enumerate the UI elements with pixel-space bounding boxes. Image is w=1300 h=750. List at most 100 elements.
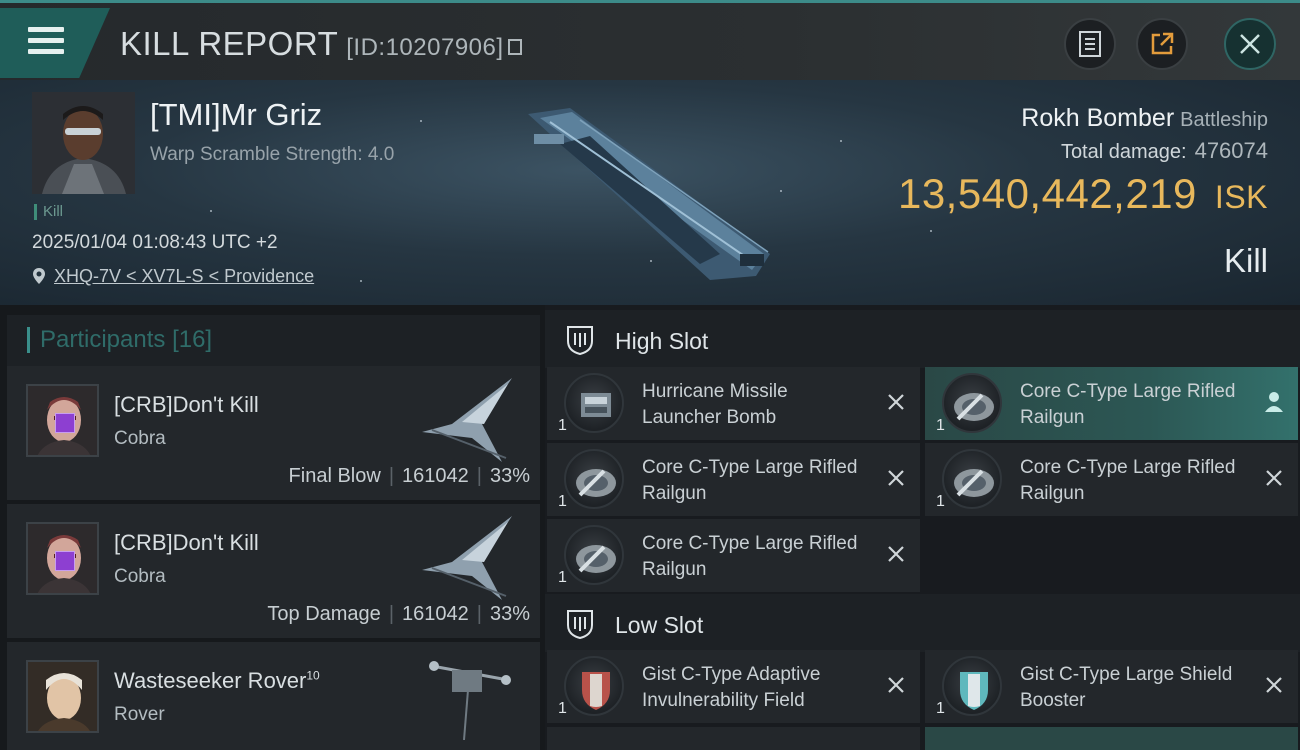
participant-row[interactable]: [CRB]Don't Kill Cobra Top Damage | 161042 |… xyxy=(7,504,540,638)
railgun-icon xyxy=(942,449,1002,509)
user-icon xyxy=(1265,392,1283,412)
module-item[interactable]: 1 Core C-Type Large Rifled Railgun xyxy=(547,519,920,592)
participant-role: Final Blow xyxy=(288,465,381,487)
total-damage-value: 476074 xyxy=(1194,138,1268,163)
participant-ship: Cobra xyxy=(114,566,166,587)
module-item[interactable]: 1 Core C-Type Large Rifled Railgun xyxy=(925,367,1298,440)
participant-badge-icon xyxy=(55,413,75,433)
participant-ship: Cobra xyxy=(114,428,166,449)
module-qty: 1 xyxy=(558,569,567,586)
module-item[interactable]: 1 Gist C-Type Adaptive Invulnerability F… xyxy=(547,650,920,723)
participants-panel: Participants [16] [CRB]Don't Kill Cobra … xyxy=(0,305,545,750)
module-item-partial[interactable] xyxy=(925,727,1298,750)
share-button[interactable] xyxy=(1136,18,1188,70)
module-item-partial[interactable] xyxy=(547,727,920,750)
participant-avatar xyxy=(26,660,99,733)
low-slot-label: Low Slot xyxy=(615,612,704,638)
kill-location-link[interactable]: XHQ-7V < XV7L-S < Providence xyxy=(32,266,314,287)
participant-name: [CRB]Don't Kill xyxy=(114,392,259,417)
participant-badge-icon xyxy=(55,551,75,571)
participant-name: Wasteseeker Rover10 xyxy=(114,668,320,693)
high-slot-icon xyxy=(567,326,593,355)
total-damage-label: Total damage: xyxy=(1060,141,1187,163)
railgun-icon xyxy=(564,449,624,509)
module-name: Core C-Type Large Rifled Railgun xyxy=(642,533,858,580)
title-text: KILL REPORT xyxy=(120,25,339,62)
participant-level: 10 xyxy=(306,668,320,683)
victim-ship[interactable]: Rokh Bomber Battleship xyxy=(1021,104,1268,133)
title-bar: KILL REPORT [ID:10207906] xyxy=(0,0,1300,80)
module-item[interactable]: 1 Core C-Type Large Rifled Railgun xyxy=(547,443,920,516)
participant-stats: Final Blow | 161042 | 33% xyxy=(288,465,530,487)
victim-avatar[interactable] xyxy=(32,92,135,194)
destroyed-icon xyxy=(888,677,904,693)
module-name: Core C-Type Large Rifled Railgun xyxy=(642,457,858,504)
kill-datetime: 2025/01/04 01:08:43 UTC +2 xyxy=(32,232,278,253)
participant-ship-image xyxy=(429,661,511,740)
kill-result: Kill xyxy=(1223,242,1268,279)
module-qty: 1 xyxy=(558,493,567,510)
location-pin-icon xyxy=(33,268,45,284)
participants-label: Participants [16] xyxy=(27,327,212,353)
module-qty: 1 xyxy=(936,700,945,717)
module-name: Core C-Type Large Rifled Railgun xyxy=(1020,381,1236,428)
warp-scramble-strength: Warp Scramble Strength: 4.0 xyxy=(150,144,395,165)
participant-row[interactable]: [CRB]Don't Kill Cobra Final Blow | 161042 |… xyxy=(7,366,540,500)
isk-amount: 13,540,442,219 xyxy=(897,170,1197,217)
module-qty: 1 xyxy=(936,493,945,510)
total-damage: Total damage: 476074 xyxy=(1061,138,1268,164)
victim-summary: [TMI]Mr Griz Warp Scramble Strength: 4.0… xyxy=(0,80,1300,305)
fitting-panel: High Slot 1 Hurricane Missile Launcher B… xyxy=(545,305,1300,750)
kill-report-window: KILL REPORT [ID:10207906] [TMI]Mr Griz W… xyxy=(0,0,1300,750)
participant-damage: 161042 xyxy=(402,465,469,487)
clipboard-icon xyxy=(1079,31,1101,57)
module-item[interactable]: 1 Gist C-Type Large Shield Booster xyxy=(925,650,1298,723)
participants-header: Participants [16] xyxy=(7,315,540,368)
ship-class: Battleship xyxy=(1180,109,1268,131)
shield-field-icon xyxy=(564,656,624,716)
railgun-icon xyxy=(942,373,1002,433)
victim-name[interactable]: [TMI]Mr Griz xyxy=(150,97,322,133)
module-name: Gist C-Type Adaptive Invulnerability Fie… xyxy=(642,664,821,711)
module-item[interactable]: 1 Core C-Type Large Rifled Railgun xyxy=(925,443,1298,516)
module-qty: 1 xyxy=(558,700,567,717)
menu-button[interactable] xyxy=(0,8,110,78)
destroyed-icon xyxy=(888,546,904,562)
participant-name: [CRB]Don't Kill xyxy=(114,530,259,555)
participants-count: [16] xyxy=(172,326,213,353)
participant-ship-image xyxy=(422,378,512,462)
launcher-icon xyxy=(564,373,624,433)
kill-tag: Kill xyxy=(34,204,63,220)
ship-name: Rokh Bomber xyxy=(1021,104,1175,132)
participant-stats: Top Damage | 161042 | 33% xyxy=(267,603,530,625)
isk-value: 13,540,442,219 ISK xyxy=(898,170,1268,218)
participant-damage: 161042 xyxy=(402,603,469,625)
participant-role: Top Damage xyxy=(267,603,381,625)
module-name: Hurricane Missile Launcher Bomb xyxy=(642,381,788,428)
location-text: XHQ-7V < XV7L-S < Providence xyxy=(54,266,315,286)
copy-icon[interactable] xyxy=(507,39,522,55)
destroyed-icon xyxy=(1266,677,1282,693)
victim-ship-image[interactable] xyxy=(520,104,780,284)
participant-ship: Rover xyxy=(114,704,165,725)
page-title: KILL REPORT [ID:10207906] xyxy=(120,25,522,63)
share-icon xyxy=(1151,32,1174,55)
hamburger-icon xyxy=(28,27,64,55)
close-button[interactable] xyxy=(1224,18,1276,70)
high-slot-label: High Slot xyxy=(615,328,709,354)
participant-percent: 33% xyxy=(489,465,530,487)
low-slot-header: Low Slot xyxy=(545,594,1300,652)
destroyed-icon xyxy=(888,394,904,410)
report-id: [ID:10207906] xyxy=(346,34,504,61)
isk-unit: ISK xyxy=(1214,179,1268,215)
high-slot-header: High Slot xyxy=(545,310,1300,368)
railgun-icon xyxy=(564,525,624,585)
destroyed-icon xyxy=(1266,470,1282,486)
module-name: Core C-Type Large Rifled Railgun xyxy=(1020,457,1236,504)
low-slot-icon xyxy=(567,610,593,639)
module-item[interactable]: 1 Hurricane Missile Launcher Bomb xyxy=(547,367,920,440)
report-button[interactable] xyxy=(1064,18,1116,70)
close-icon xyxy=(1240,34,1260,54)
participant-row[interactable]: Wasteseeker Rover10 Rover xyxy=(7,642,540,750)
module-name: Gist C-Type Large Shield Booster xyxy=(1020,664,1233,711)
